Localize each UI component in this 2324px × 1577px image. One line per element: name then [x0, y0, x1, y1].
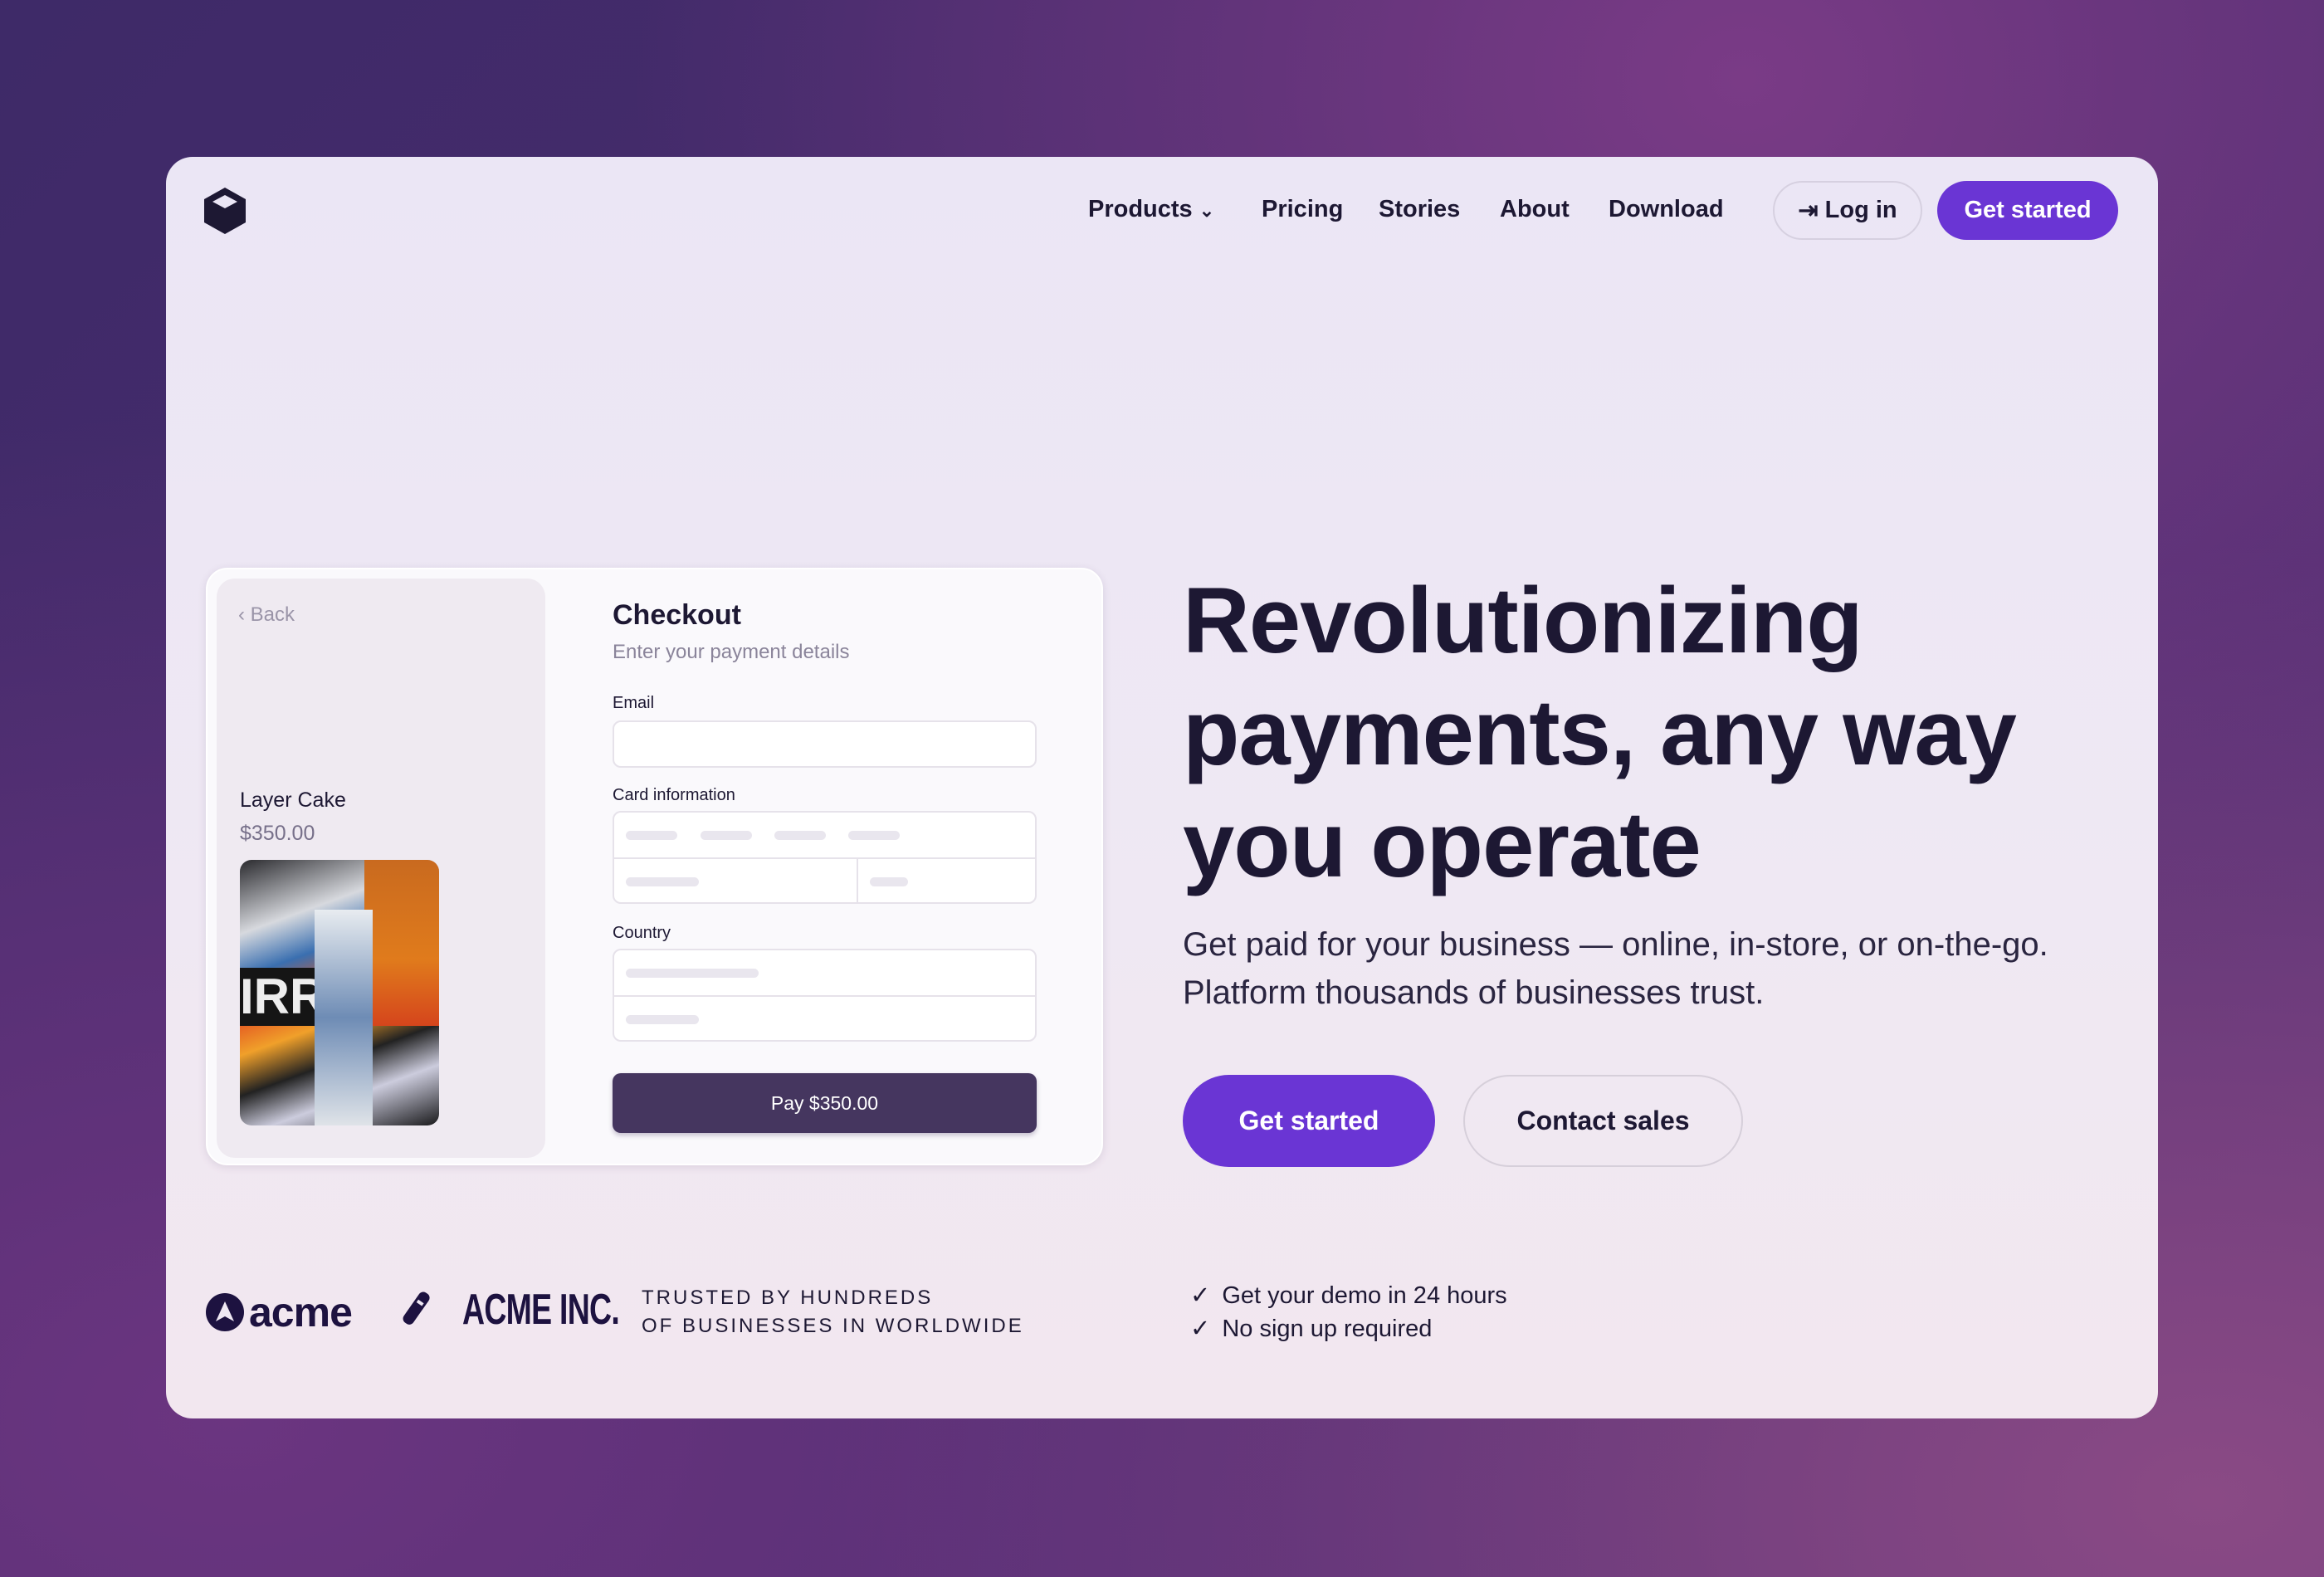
login-label: Log in: [1824, 197, 1897, 223]
check-icon: ✓: [1190, 1316, 1211, 1342]
checkout-subtitle: Enter your payment details: [613, 641, 850, 663]
trusted-line-2: OF BUSINESSES IN WORLDWIDE: [642, 1315, 1024, 1337]
check-icon: ✓: [1190, 1282, 1211, 1309]
brand-logo[interactable]: [204, 188, 246, 234]
contact-sales-button[interactable]: Contact sales: [1463, 1075, 1743, 1167]
nav-pricing[interactable]: Pricing: [1262, 196, 1343, 223]
back-label: Back: [250, 603, 295, 626]
acme-logo-text: acme: [249, 1289, 353, 1335]
check-item: ✓ Get your demo in 24 hours: [1190, 1281, 1507, 1310]
subtitle-line-2: Platform thousands of businesses trust.: [1183, 974, 1765, 1011]
product-image: IRR: [240, 860, 439, 1125]
acme-inc-logo: ACME INC.: [462, 1286, 620, 1334]
product-panel: ‹ Back Layer Cake $350.00 IRR: [217, 579, 545, 1158]
check-text: No sign up required: [1222, 1316, 1433, 1342]
brush-icon: [397, 1288, 435, 1334]
nav-products[interactable]: Products ⌄: [1088, 196, 1214, 223]
check-item: ✓ No sign up required: [1190, 1314, 1432, 1343]
check-text: Get your demo in 24 hours: [1222, 1282, 1507, 1309]
checkout-preview: ‹ Back Layer Cake $350.00 IRR Checkout E…: [206, 568, 1103, 1165]
headline-line-1: Revolutionizing: [1183, 569, 1863, 672]
nav-about[interactable]: About: [1500, 196, 1570, 223]
country-field[interactable]: [613, 949, 1037, 1042]
email-field[interactable]: [613, 720, 1037, 768]
login-icon: ⇥: [1798, 198, 1819, 224]
trusted-line-1: TRUSTED BY HUNDREDS: [642, 1286, 934, 1309]
login-button[interactable]: ⇥ Log in: [1773, 181, 1922, 240]
card-info-field[interactable]: [613, 811, 1037, 904]
product-name: Layer Cake: [240, 788, 346, 812]
email-label: Email: [613, 694, 655, 712]
nav-get-started-button[interactable]: Get started: [1937, 181, 2118, 240]
checkout-title: Checkout: [613, 599, 741, 631]
headline-line-3: you operate: [1183, 793, 1702, 896]
nav-stories[interactable]: Stories: [1379, 196, 1460, 223]
pay-button[interactable]: Pay $350.00: [613, 1073, 1037, 1133]
back-link[interactable]: ‹ Back: [238, 603, 295, 627]
nav-products-label: Products: [1088, 196, 1193, 222]
hero-get-started-button[interactable]: Get started: [1183, 1075, 1435, 1167]
cube-logo-icon: [204, 188, 246, 234]
product-price: $350.00: [240, 822, 315, 845]
nav-download[interactable]: Download: [1609, 196, 1724, 223]
subtitle-line-1: Get paid for your business — online, in-…: [1183, 926, 2048, 963]
acme-logo: acme: [206, 1288, 353, 1336]
card-info-label: Card information: [613, 786, 735, 804]
acme-logo-icon: [206, 1293, 244, 1331]
chevron-down-icon: ⌄: [1199, 200, 1215, 221]
country-label: Country: [613, 924, 671, 942]
headline-line-2: payments, any way: [1183, 681, 2017, 784]
